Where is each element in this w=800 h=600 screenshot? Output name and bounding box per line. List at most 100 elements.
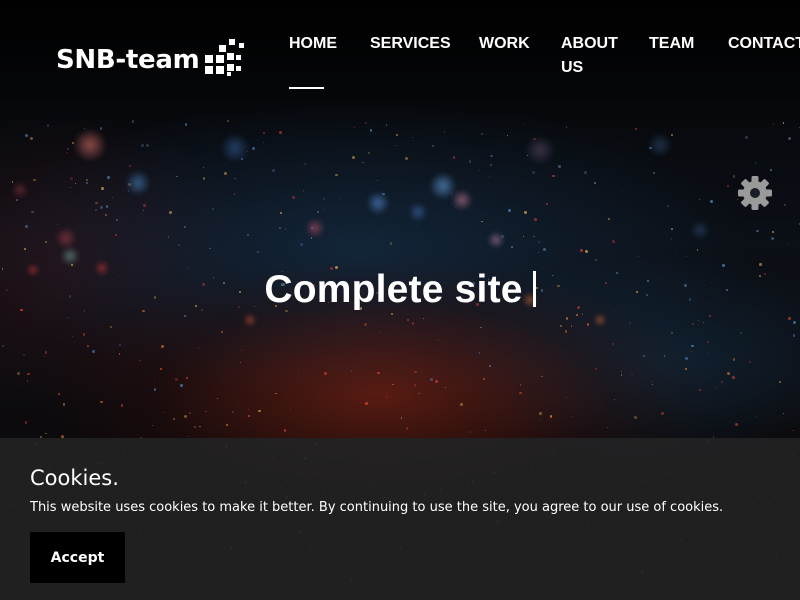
particle-speck [153, 388, 157, 392]
particle-speck [337, 412, 340, 415]
bokeh-particle [12, 182, 28, 198]
nav-item-about-us[interactable]: ABOUT US [561, 32, 621, 80]
particle-speck [183, 415, 187, 419]
particle-speck [23, 353, 26, 356]
particle-speck [414, 370, 417, 374]
particle-speck [377, 371, 380, 375]
particle-speck [227, 120, 230, 122]
particle-speck [638, 255, 640, 257]
nav-item-work[interactable]: WORK [479, 32, 530, 56]
nav-item-home[interactable]: HOME [289, 32, 337, 56]
cookie-banner: Cookies. This website uses cookies to ma… [0, 438, 800, 600]
particle-speck [533, 235, 535, 238]
particle-speck [118, 353, 121, 355]
gear-icon[interactable] [737, 175, 773, 211]
particle-speck [240, 349, 243, 352]
particle-speck [335, 174, 338, 177]
particle-speck [379, 332, 381, 334]
particle-speck [184, 123, 187, 126]
particle-speck [45, 240, 48, 243]
particle-speck [317, 210, 320, 213]
particle-speck [715, 387, 717, 389]
particle-speck [759, 262, 763, 266]
particle-speck [697, 319, 699, 321]
particle-speck [786, 244, 788, 246]
particle-speck [284, 228, 287, 230]
bokeh-particle [648, 133, 672, 157]
particle-speck [310, 237, 313, 239]
particle-speck [27, 372, 30, 375]
particle-speck [531, 171, 535, 175]
particle-speck [175, 378, 178, 381]
particle-speck [160, 368, 162, 370]
particle-speck [115, 219, 118, 222]
particle-speck [139, 359, 141, 362]
particle-speck [748, 360, 751, 363]
particle-speck [585, 249, 589, 253]
particle-speck [352, 155, 356, 159]
particle-speck [272, 169, 275, 172]
particle-speck [511, 245, 514, 248]
particle-speck [620, 370, 623, 373]
particle-speck [684, 368, 687, 371]
particle-speck [584, 171, 588, 174]
particle-speck [199, 425, 201, 427]
particle-speck [726, 184, 729, 187]
accept-cookies-button[interactable]: Accept [30, 532, 125, 583]
particle-speck [23, 247, 26, 250]
particle-speck [620, 373, 623, 376]
particle-speck [614, 398, 616, 401]
particle-speck [83, 127, 85, 129]
particle-speck [184, 315, 186, 318]
particle-speck [692, 323, 695, 326]
particle-speck [671, 227, 674, 230]
particle-speck [722, 263, 726, 267]
particle-speck [478, 169, 480, 171]
cookie-title: Cookies. [30, 466, 119, 490]
nav-item-team[interactable]: TEAM [649, 32, 694, 56]
particle-speck [595, 258, 598, 261]
particle-speck [322, 208, 324, 210]
particle-speck [490, 154, 493, 158]
particle-speck [180, 383, 184, 387]
particle-speck [634, 416, 637, 419]
particle-speck [670, 331, 673, 334]
particle-speck [92, 350, 95, 353]
particle-speck [643, 354, 646, 357]
particle-speck [151, 424, 154, 427]
particle-speck [86, 178, 89, 181]
particle-speck [262, 141, 264, 143]
nav-item-contact[interactable]: CONTACT [728, 32, 800, 56]
particle-speck [539, 412, 542, 415]
particle-speck [87, 344, 90, 347]
particle-speck [488, 176, 491, 178]
particle-speck [523, 123, 525, 125]
particle-speck [443, 131, 446, 133]
particle-speck [203, 166, 205, 168]
particle-speck [339, 197, 341, 199]
logo[interactable]: SNB-team [56, 38, 245, 82]
particle-speck [782, 412, 785, 415]
particle-speck [82, 333, 86, 336]
particle-speck [671, 133, 674, 136]
particle-speck [168, 211, 172, 214]
particle-speck [508, 208, 512, 212]
particle-speck [247, 234, 250, 237]
particle-speck [111, 196, 113, 199]
particle-speck [105, 214, 108, 217]
particle-speck [570, 325, 573, 327]
particle-speck [129, 164, 132, 167]
particle-speck [620, 189, 622, 191]
particle-speck [565, 126, 568, 128]
particle-speck [69, 186, 72, 189]
particle-speck [523, 211, 527, 214]
nav-item-services[interactable]: SERVICES [370, 32, 451, 56]
particle-speck [114, 234, 117, 237]
particle-speck [231, 411, 234, 414]
particle-speck [405, 156, 408, 160]
particle-speck [564, 330, 568, 333]
logo-text: SNB-team [56, 45, 200, 75]
particle-speck [417, 225, 419, 227]
particle-speck [162, 411, 165, 413]
particle-speck [30, 136, 34, 140]
